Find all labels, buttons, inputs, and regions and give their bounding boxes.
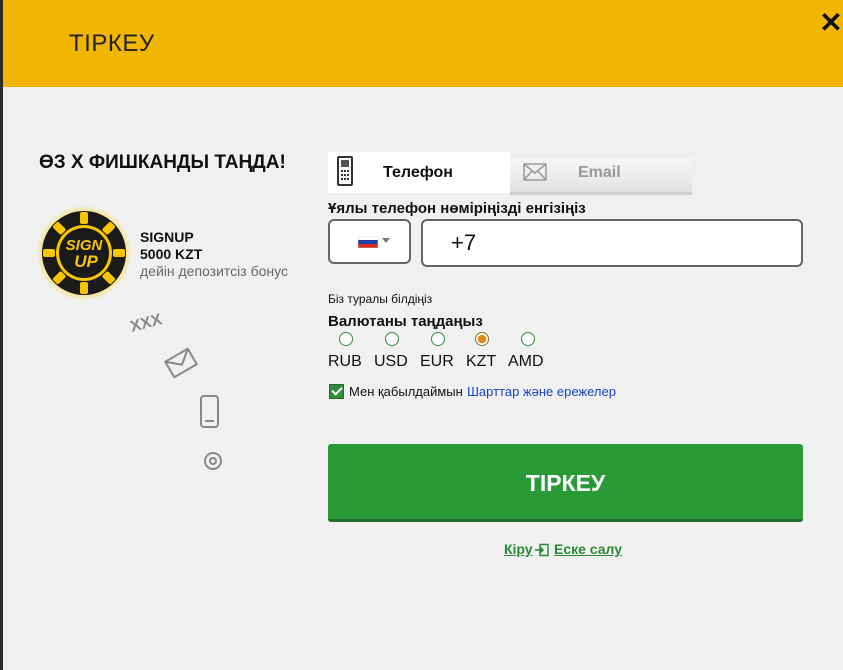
phone-field-label: Ұялы телефон нөміріңізді енгізіңіз xyxy=(328,200,586,217)
phone-decor-icon xyxy=(200,395,219,428)
currency-label-usd: USD xyxy=(374,353,408,370)
currency-radio-amd[interactable] xyxy=(521,332,535,346)
bonus-amount: 5000 KZT xyxy=(140,246,203,262)
tab-email[interactable]: Email xyxy=(510,158,692,195)
xxx-decor-text: XXX xyxy=(128,311,164,336)
terms-accept-text: Мен қабылдаймын xyxy=(349,384,463,399)
terms-checkbox[interactable] xyxy=(329,384,344,399)
tab-phone-label: Телефон xyxy=(383,164,453,181)
currency-radio-usd[interactable] xyxy=(385,332,399,346)
chevron-down-icon xyxy=(382,238,390,243)
bonus-description: дейін депозитсіз бонус xyxy=(140,263,288,279)
tab-phone[interactable]: Телефон xyxy=(328,152,510,196)
currency-label-eur: EUR xyxy=(420,353,454,370)
envelope-decor-icon xyxy=(163,347,199,379)
envelope-icon xyxy=(523,163,547,181)
xxx-decor-icon: XXX xyxy=(128,311,164,336)
mobile-phone-icon xyxy=(337,156,353,186)
currency-radio-eur[interactable] xyxy=(431,332,445,346)
terms-link[interactable]: Шарттар және ережелер xyxy=(467,384,616,399)
currency-label-amd: AMD xyxy=(508,353,544,370)
currency-label: Валютаны таңдаңыз xyxy=(328,313,483,330)
signup-chip-icon: SIGN UP xyxy=(36,205,132,301)
registration-modal: ТІРКЕУ ✕ ӨЗ Х ФИШКАНДЫ ТАҢДА! SIGN UP SI… xyxy=(3,0,843,670)
login-link[interactable]: Кіру xyxy=(504,541,533,557)
currency-radio-rub[interactable] xyxy=(339,332,353,346)
close-icon[interactable]: ✕ xyxy=(819,9,843,37)
currency-radio-kzt[interactable] xyxy=(475,332,489,346)
modal-title: ТІРКЕУ xyxy=(69,30,155,57)
at-sign-decor-icon xyxy=(204,452,222,470)
country-code-select[interactable] xyxy=(328,219,411,264)
login-icon[interactable] xyxy=(535,543,549,557)
phone-input[interactable] xyxy=(421,219,803,267)
currency-label-rub: RUB xyxy=(328,353,362,370)
about-us-label[interactable]: Біз туралы білдіңіз xyxy=(328,292,432,306)
chip-text-up: UP xyxy=(74,252,98,271)
modal-header: ТІРКЕУ xyxy=(3,0,843,87)
russia-flag-icon xyxy=(358,236,378,248)
bonus-code: SIGNUP xyxy=(140,229,194,245)
remember-password-link[interactable]: Еске салу xyxy=(554,541,622,557)
tab-email-label: Email xyxy=(578,164,621,181)
promo-title: ӨЗ Х ФИШКАНДЫ ТАҢДА! xyxy=(39,152,286,173)
register-button[interactable]: ТІРКЕУ xyxy=(328,444,803,522)
currency-label-kzt: KZT xyxy=(466,353,497,370)
